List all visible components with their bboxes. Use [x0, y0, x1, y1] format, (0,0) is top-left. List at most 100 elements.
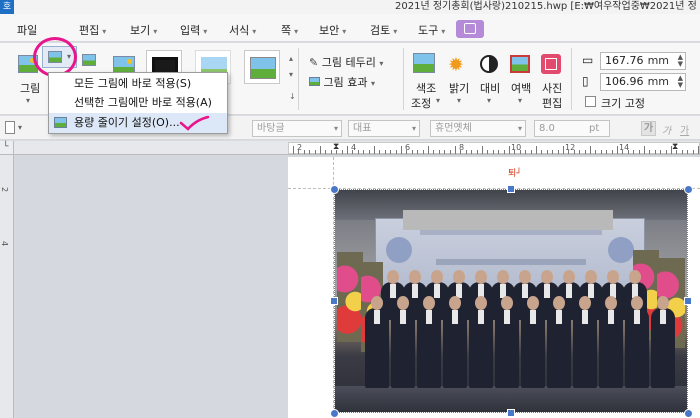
underline-button[interactable]: 가	[680, 122, 689, 137]
menu-page[interactable]: 쪽 ▾	[281, 22, 298, 38]
bold-button[interactable]: 가	[641, 121, 656, 136]
ruler-tick	[665, 150, 667, 154]
picture-icon	[464, 23, 476, 34]
menu-tools[interactable]: 도구 ▾	[418, 22, 445, 38]
horizontal-ruler-page[interactable]: 2 4 6 8 10 12 14 ⧗ ⧗	[288, 142, 700, 154]
picture-label[interactable]: 그림	[20, 80, 40, 96]
menu-item-apply-selected[interactable]: 선택한 그림에만 바로 적용(A)	[49, 93, 227, 113]
resize-handle-bottom[interactable]	[507, 409, 515, 417]
menu-item-apply-all[interactable]: 모든 그림에 바로 적용(S)	[49, 74, 227, 94]
menu-insert[interactable]: 입력 ▾	[180, 22, 207, 38]
menu-file[interactable]: 파일	[17, 22, 37, 38]
photo-edit-label-2[interactable]: 편집	[542, 95, 562, 111]
ruler-tick	[487, 150, 489, 154]
new-document-icon[interactable]	[5, 121, 15, 134]
menu-bar: 파일 편집 ▾ 보기 ▾ 입력 ▾ 서식 ▾ 쪽 ▾ 보안 ▾ 검토 ▾ 도구 ▾	[0, 14, 700, 42]
ruler-tick	[357, 150, 359, 154]
chevron-down-icon[interactable]: ▾	[26, 96, 30, 105]
resize-handle-top[interactable]	[507, 185, 515, 193]
spinner-icon[interactable]: ▲ ▼	[678, 54, 683, 68]
ruler-tick	[546, 150, 548, 154]
ruler-number: 4	[0, 240, 10, 247]
font-size-input[interactable]: 8.0 pt	[534, 120, 610, 137]
indent-marker-icon[interactable]: ⧗	[333, 142, 339, 152]
brightness-label[interactable]: 밝기	[449, 80, 469, 96]
ruler-tick	[422, 150, 424, 154]
resize-handle-top-left[interactable]	[330, 185, 339, 194]
chevron-down-icon: ▾	[441, 27, 446, 36]
width-input[interactable]: 167.76 mm ▲ ▼	[600, 52, 686, 70]
chevron-down-icon[interactable]: ▾	[487, 96, 491, 105]
color-adjust-label-2[interactable]: 조정	[411, 95, 431, 111]
ruler-tick	[617, 146, 618, 154]
color-adjust-label[interactable]: 색조	[416, 80, 436, 96]
language-value: 대표	[353, 123, 372, 134]
ruler-tick	[298, 150, 300, 154]
object-anchor-icon[interactable]: 퇴┘	[508, 166, 522, 179]
menu-review-label: 검토	[370, 24, 391, 37]
menu-edit[interactable]: 편집 ▾	[79, 22, 106, 38]
picture-style-preview	[250, 57, 276, 79]
spinner-icon[interactable]: ▲ ▼	[678, 75, 683, 89]
title-bar: 호 2021년 정기총회(법사랑)210215.hwp [E:₩여우작업중₩20…	[0, 0, 700, 14]
menu-security-label: 보안	[319, 24, 340, 37]
margin-icon[interactable]	[510, 55, 530, 73]
resize-handle-bottom-right[interactable]	[684, 409, 693, 418]
color-adjust-icon[interactable]	[413, 53, 435, 73]
ruler-tick	[465, 150, 467, 154]
ruler-tick	[384, 150, 386, 154]
menu-view[interactable]: 보기 ▾	[130, 22, 157, 38]
menu-insert-label: 입력	[180, 24, 201, 37]
picture-style-3[interactable]	[244, 50, 280, 84]
height-input[interactable]: 106.96 mm ▲ ▼	[600, 73, 686, 91]
menu-security[interactable]: 보안 ▾	[319, 22, 346, 38]
ruler-tick	[579, 150, 581, 154]
picture-border-button[interactable]: ✎ 그림 테두리 ▾	[309, 54, 383, 70]
ruler-tick	[379, 150, 381, 154]
picture-effect-button[interactable]: 그림 효과 ▾	[309, 74, 375, 90]
picture-change-icon[interactable]	[82, 54, 96, 66]
right-indent-marker-icon[interactable]: ⧗	[672, 142, 678, 152]
size-fixed-checkbox[interactable]	[585, 96, 596, 107]
ruler-tick	[455, 146, 456, 154]
chevron-down-icon[interactable]: ▾	[518, 96, 522, 105]
resize-handle-left[interactable]	[330, 297, 338, 305]
ruler-tick	[698, 146, 699, 154]
menu-item-label: 용량 줄이기 설정(O)...	[74, 116, 180, 129]
ruler-tick	[681, 150, 683, 154]
chevron-down-icon: ▾	[294, 27, 299, 36]
menu-format[interactable]: 서식 ▾	[229, 22, 256, 38]
photo-edit-icon[interactable]	[541, 54, 561, 74]
ruler-tick	[600, 150, 602, 154]
resize-handle-top-right[interactable]	[684, 185, 693, 194]
photo-edit-label[interactable]: 사진	[542, 80, 562, 96]
vertical-ruler[interactable]: 2 4	[0, 155, 14, 418]
brightness-icon[interactable]: ✹	[448, 54, 464, 76]
app-logo-icon[interactable]: 호	[0, 0, 14, 14]
chevron-down-icon[interactable]: ▾	[457, 96, 461, 105]
ruler-corner[interactable]: └	[0, 141, 14, 155]
margin-label[interactable]: 여백	[511, 80, 531, 96]
style-select[interactable]: 바탕글 ▾	[252, 120, 342, 137]
menu-page-label: 쪽	[281, 24, 292, 37]
chevron-down-icon[interactable]: ▾	[436, 96, 440, 105]
ruler-tick	[395, 150, 397, 154]
chevron-down-icon: ▾	[252, 27, 257, 36]
picture-tab-button[interactable]	[456, 20, 484, 38]
contrast-label[interactable]: 대비	[480, 80, 500, 96]
scroll-down-icon[interactable]: ▾	[289, 70, 293, 79]
more-icon[interactable]: ↓	[289, 92, 296, 101]
style-value: 바탕글	[257, 123, 285, 134]
resize-handle-bottom-left[interactable]	[330, 409, 339, 418]
language-select[interactable]: 대표 ▾	[348, 120, 420, 137]
scroll-up-icon[interactable]: ▴	[289, 54, 293, 63]
resize-handle-right[interactable]	[684, 297, 692, 305]
ruler-tick	[563, 146, 564, 154]
menu-review[interactable]: 검토 ▾	[370, 22, 397, 38]
font-size-unit: pt	[589, 123, 600, 134]
italic-button[interactable]: 가	[662, 122, 671, 137]
ruler-tick	[541, 150, 543, 154]
contrast-icon[interactable]	[480, 55, 498, 73]
chevron-down-icon[interactable]: ▾	[18, 123, 22, 132]
font-select[interactable]: 휴먼옛체 ▾	[430, 120, 526, 137]
